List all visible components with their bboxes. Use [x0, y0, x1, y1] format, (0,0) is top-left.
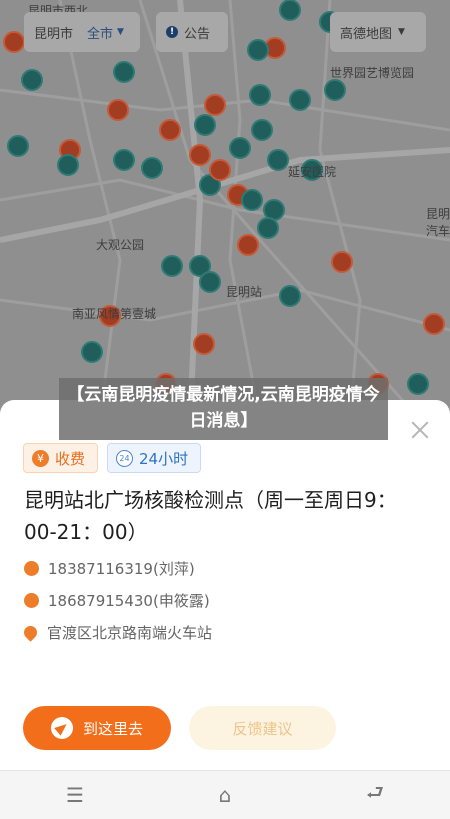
- clock-24-icon: 24: [116, 449, 133, 467]
- hours-tag-label: 24小时: [139, 449, 189, 468]
- feedback-label: 反馈建议: [232, 719, 293, 738]
- location-title: 昆明站北广场核酸检测点（周一至周日9：00-21：00）: [24, 488, 397, 544]
- fee-point-pin-icon[interactable]: [159, 119, 181, 141]
- testing-point-pin-icon[interactable]: [21, 69, 43, 91]
- location-detail-sheet: ¥ 收费 24 24小时 昆明站北广场核酸检测点（周一至周日9：00-21：00…: [0, 400, 450, 770]
- notice-button[interactable]: ! 公告: [156, 12, 228, 52]
- map-label: 南亚风情第壹城: [72, 307, 157, 321]
- map-label: 世界园艺博览园: [330, 66, 415, 80]
- city-name: 昆明市: [34, 26, 74, 42]
- article-headline: 【云南昆明疫情最新情况,云南昆明疫情今日消息】: [59, 378, 388, 440]
- navigation-arrow-icon: [50, 717, 73, 739]
- map-provider-selector[interactable]: 高德地图 ▼: [330, 12, 426, 52]
- testing-point-pin-icon[interactable]: [241, 189, 263, 211]
- fee-point-pin-icon[interactable]: [204, 94, 226, 116]
- testing-point-pin-icon[interactable]: [257, 217, 279, 239]
- testing-point-pin-icon[interactable]: [279, 285, 301, 307]
- testing-point-pin-icon[interactable]: [251, 119, 273, 141]
- fee-point-pin-icon[interactable]: [189, 144, 211, 166]
- testing-point-pin-icon[interactable]: [7, 135, 29, 157]
- testing-point-pin-icon[interactable]: [263, 199, 285, 221]
- location-pin-icon: [21, 622, 40, 642]
- fee-tag: ¥ 收费: [23, 443, 98, 473]
- map-view[interactable]: 昆明市西北 世界园艺博览园 延安医院 大观公园 昆明站 南亚风情第壹城 昆明汽车…: [0, 0, 450, 420]
- map-label: 昆明站: [226, 285, 263, 299]
- testing-point-pin-icon[interactable]: [229, 137, 251, 159]
- navigate-button[interactable]: 到这里去: [23, 706, 171, 750]
- testing-point-pin-icon[interactable]: [161, 255, 183, 277]
- map-label: 昆明汽车: [426, 207, 450, 238]
- city-scope: 全市: [87, 26, 114, 42]
- navigate-label: 到这里去: [82, 719, 143, 738]
- back-icon[interactable]: ⮐: [355, 778, 395, 812]
- map-label: 大观公园: [96, 238, 145, 252]
- phone-icon: [24, 560, 39, 576]
- fee-point-pin-icon[interactable]: [3, 31, 25, 53]
- testing-point-pin-icon[interactable]: [324, 79, 346, 101]
- phone-icon: [24, 592, 39, 608]
- close-icon[interactable]: [410, 420, 430, 440]
- system-nav-bar: ☰ ⌂ ⮐: [0, 770, 450, 819]
- testing-point-pin-icon[interactable]: [267, 149, 289, 171]
- notice-label: 公告: [184, 26, 211, 42]
- map-provider-label: 高德地图: [340, 26, 393, 42]
- fee-point-pin-icon[interactable]: [107, 99, 129, 121]
- address-row: 官渡区北京路南端火车站: [21, 621, 213, 643]
- home-icon[interactable]: ⌂: [205, 783, 245, 807]
- fee-point-pin-icon[interactable]: [331, 251, 353, 273]
- address-text: 官渡区北京路南端火车站: [47, 623, 213, 642]
- map-label: 延安医院: [288, 165, 337, 179]
- testing-point-pin-icon[interactable]: [81, 341, 103, 363]
- phone-number: 18687915430(申筱露): [48, 591, 210, 610]
- feedback-button[interactable]: 反馈建议: [189, 706, 336, 750]
- testing-point-pin-icon[interactable]: [289, 89, 311, 111]
- fee-tag-label: 收费: [55, 449, 86, 468]
- testing-point-pin-icon[interactable]: [199, 271, 221, 293]
- chevron-down-icon: ▼: [398, 27, 405, 37]
- fee-point-pin-icon[interactable]: [209, 159, 231, 181]
- fee-point-pin-icon[interactable]: [237, 234, 259, 256]
- menu-icon[interactable]: ☰: [55, 783, 95, 807]
- testing-point-pin-icon[interactable]: [57, 154, 79, 176]
- yen-icon: ¥: [32, 449, 49, 467]
- testing-point-pin-icon[interactable]: [247, 39, 269, 61]
- city-selector[interactable]: 昆明市 全市 ▼: [24, 12, 140, 52]
- fee-point-pin-icon[interactable]: [423, 313, 445, 335]
- hours-tag: 24 24小时: [107, 443, 201, 473]
- map-roads: [0, 0, 450, 420]
- fee-point-pin-icon[interactable]: [193, 333, 215, 355]
- testing-point-pin-icon[interactable]: [113, 149, 135, 171]
- testing-point-pin-icon[interactable]: [279, 0, 301, 21]
- phone-row[interactable]: 18687915430(申筱露): [24, 589, 210, 611]
- phone-row[interactable]: 18387116319(刘萍): [24, 557, 195, 579]
- chevron-down-icon: ▼: [117, 27, 124, 37]
- testing-point-pin-icon[interactable]: [194, 114, 216, 136]
- testing-point-pin-icon[interactable]: [141, 157, 163, 179]
- info-icon: !: [166, 26, 178, 38]
- phone-number: 18387116319(刘萍): [48, 559, 195, 578]
- testing-point-pin-icon[interactable]: [113, 61, 135, 83]
- testing-point-pin-icon[interactable]: [407, 373, 429, 395]
- testing-point-pin-icon[interactable]: [249, 84, 271, 106]
